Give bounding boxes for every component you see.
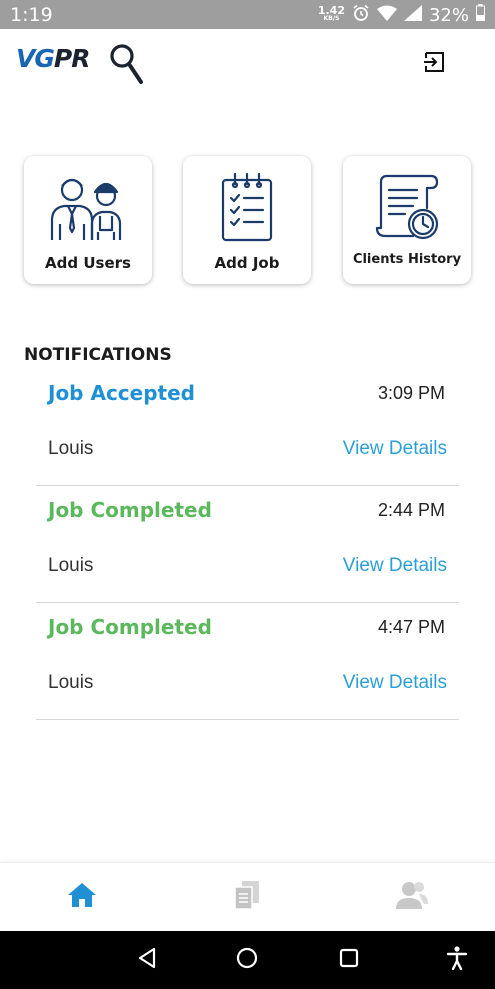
nav-home-tab[interactable] (62, 879, 102, 915)
logout-icon (422, 51, 446, 78)
notification-time: 3:09 PM (377, 383, 445, 403)
add-job-label: Add Job (214, 254, 280, 272)
logout-button[interactable] (418, 48, 450, 80)
add-users-card[interactable]: Add Users (24, 156, 152, 284)
accessibility-button[interactable] (443, 945, 471, 975)
magnifier-logo-icon (108, 38, 144, 91)
notification-user: Louis (48, 672, 94, 693)
network-speed-value: 1.42 (317, 4, 345, 17)
nav-profile-tab[interactable] (392, 879, 432, 915)
battery-percentage: 32% (428, 4, 469, 26)
notification-item: Job Accepted 3:09 PM Louis View Details (36, 369, 459, 486)
back-triangle-icon (136, 947, 158, 974)
recents-square-icon (338, 947, 360, 974)
alarm-icon (352, 4, 370, 27)
bottom-navigation (0, 863, 495, 931)
home-circle-icon (236, 947, 258, 974)
checklist-icon (183, 168, 311, 244)
notifications-heading: NOTIFICATIONS (24, 345, 172, 365)
profile-icon (395, 880, 429, 915)
recents-button[interactable] (335, 946, 363, 974)
view-details-link[interactable]: View Details (343, 438, 447, 460)
notification-title: Job Accepted (48, 381, 195, 405)
clients-history-label: Clients History (352, 252, 462, 267)
documents-icon (234, 880, 260, 915)
home-button[interactable] (233, 946, 261, 974)
notification-item: Job Completed 4:47 PM Louis View Details (36, 603, 459, 720)
notification-title: Job Completed (48, 615, 212, 639)
notification-time: 2:44 PM (377, 500, 445, 520)
users-icon (24, 168, 152, 244)
notification-time: 4:47 PM (377, 617, 445, 637)
wifi-icon (376, 5, 397, 26)
network-speed: 1.42 KB/S (317, 4, 345, 23)
nav-documents-tab[interactable] (227, 879, 267, 915)
clients-history-card[interactable]: Clients History (343, 156, 471, 284)
status-bar: 1:19 1.42 KB/S 32% (0, 0, 495, 29)
accessibility-icon (446, 945, 468, 975)
logo-text-vg: VG (16, 44, 55, 73)
app-logo: VGPR (16, 38, 146, 88)
notification-item: Job Completed 2:44 PM Louis View Details (36, 486, 459, 603)
logo-text-pr: PR (53, 44, 91, 73)
add-job-card[interactable]: Add Job (183, 156, 311, 284)
logo-text: VGPR (16, 44, 91, 73)
view-details-link[interactable]: View Details (343, 555, 447, 577)
view-details-link[interactable]: View Details (343, 672, 447, 694)
status-indicators: 1.42 KB/S 32% (318, 4, 485, 26)
home-icon (67, 882, 97, 913)
system-navigation-bar (0, 931, 495, 989)
notification-title: Job Completed (48, 498, 212, 522)
notification-user: Louis (48, 438, 94, 459)
history-icon (343, 168, 471, 244)
battery-icon (476, 4, 485, 26)
notification-user: Louis (48, 555, 94, 576)
back-button[interactable] (133, 946, 161, 974)
status-time: 1:19 (10, 4, 53, 26)
network-speed-unit: KB/S (323, 15, 340, 22)
add-users-label: Add Users (45, 254, 131, 272)
signal-icon (403, 4, 422, 26)
